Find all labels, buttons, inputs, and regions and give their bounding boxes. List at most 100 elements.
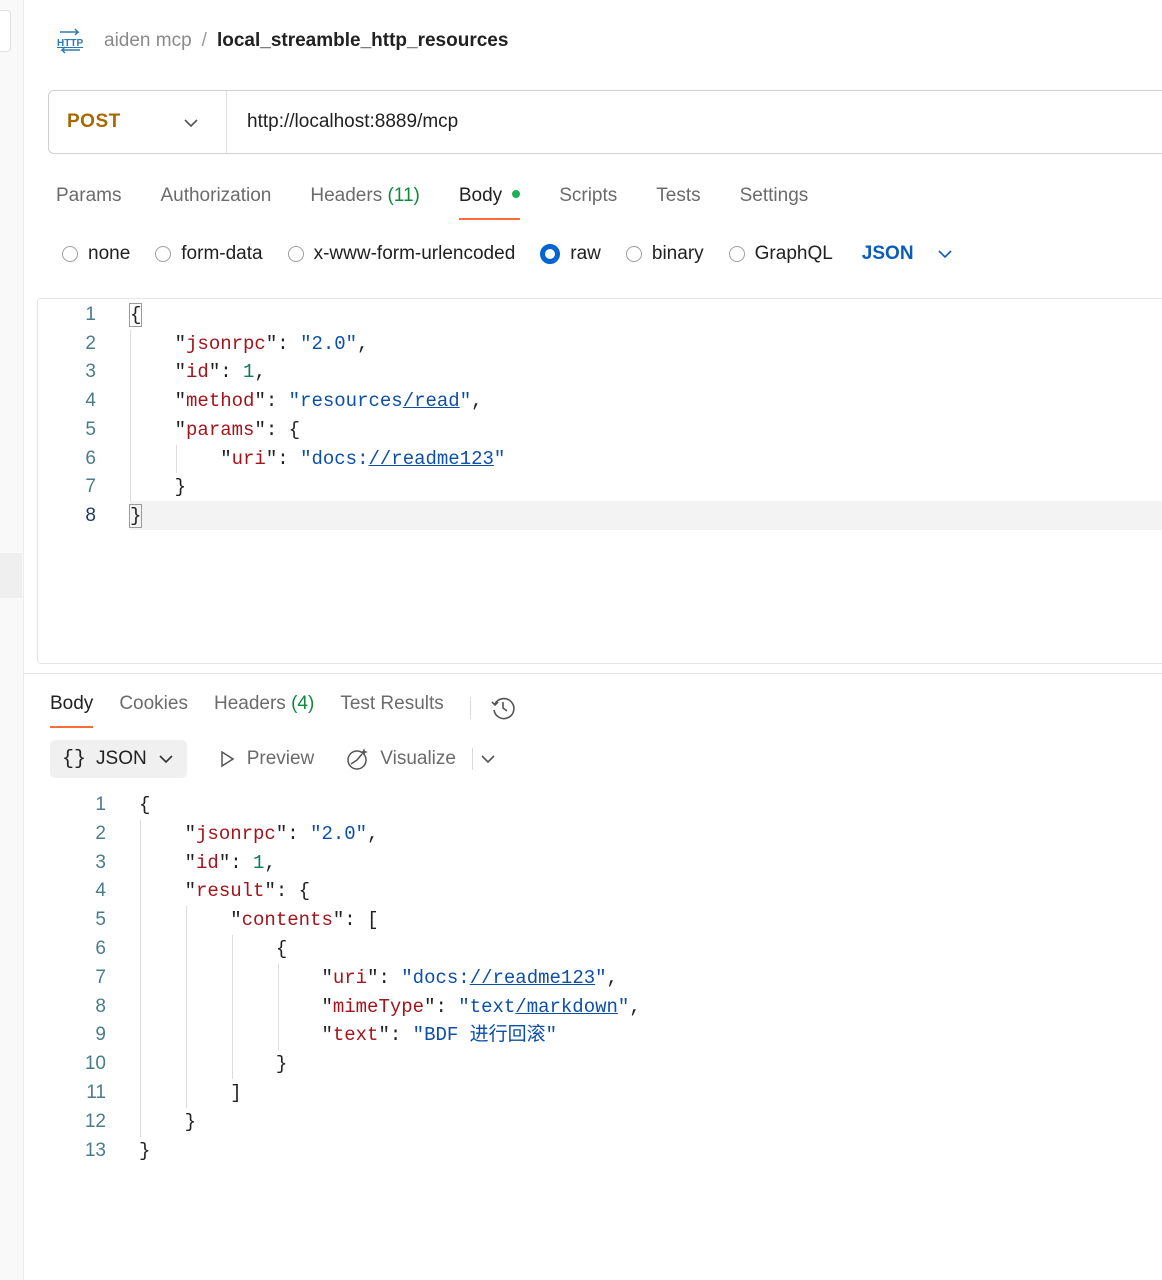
chevron-down-icon [184,115,198,133]
response-toolbar: {} JSON Preview Visualize [50,740,495,778]
line-number: 13 [84,1139,106,1161]
response-tabs: Body Cookies Headers (4) Test Results [50,686,517,730]
resp-tab-headers[interactable]: Headers (4) [214,688,314,728]
radio-icon [62,246,78,262]
preview-label: Preview [246,748,315,769]
line-number: 8 [95,995,106,1017]
breadcrumb: HTTP aiden mcp / local_streamble_http_re… [56,26,508,56]
http-icon: HTTP [56,28,84,54]
code-line: } [275,1053,288,1076]
line-number: 3 [85,361,96,383]
code-line: "uri": "docs://readme123", [321,966,618,989]
tab-label: Headers [310,185,383,206]
visualize-label: Visualize [380,748,456,769]
url-bar: POST http://localhost:8889/mcp [48,90,1162,154]
format-label: JSON [96,748,147,769]
line-number: 11 [86,1082,106,1103]
matched-bracket: } [129,503,143,528]
rail-selected-item[interactable] [0,553,22,598]
tab-label: Authorization [160,185,272,206]
current-line-highlight [130,501,1162,530]
indent-guide [186,906,187,1108]
code-line: "text": "BDF 进行回滚" [321,1024,558,1047]
line-number: 5 [85,418,96,440]
body-type-none[interactable]: none [62,243,130,265]
tab-scripts[interactable]: Scripts [559,180,617,220]
body-type-urlencoded[interactable]: x-www-form-urlencoded [287,243,515,265]
visualize-button[interactable]: Visualize [344,746,456,772]
tab-label: Scripts [559,185,618,206]
tab-label: Tests [656,185,701,206]
tab-label: Test Results [340,693,444,714]
line-number: 6 [95,938,106,959]
method-label: POST [67,111,121,132]
body-type-raw[interactable]: raw [540,243,601,265]
tab-label: Params [56,185,122,206]
indent-guide [278,963,279,1051]
request-body-editor[interactable]: 1 {2 "jsonrpc": "2.0", 3 "id": 1, 4 "method… [37,298,1162,664]
headers-count-badge: (11) [387,185,420,206]
breadcrumb-collection[interactable]: aiden mcp [104,30,192,52]
code-line: ] [230,1082,242,1104]
line-number: 4 [85,390,96,412]
code-line: "params": { [174,418,301,441]
indent-guide [140,819,141,1137]
language-label: JSON [861,243,914,264]
line-number: 7 [85,476,96,498]
code-line: "mimeType": "text/markdown", [321,995,641,1018]
svg-text:HTTP: HTTP [57,38,83,49]
body-modified-dot [512,189,521,198]
indent-guide [232,935,233,1079]
tab-authorization[interactable]: Authorization [160,180,271,220]
code-line: { [139,794,151,816]
chevron-down-icon [159,755,173,764]
preview-button[interactable]: Preview [217,748,315,770]
history-icon[interactable] [489,694,517,722]
tab-label: Body [50,693,94,714]
response-body-viewer[interactable]: 1 {2 "jsonrpc": "2.0", 3 "id": 1, 4 "result… [0,790,1162,1190]
pane-divider[interactable] [23,673,1162,674]
resp-tab-body[interactable]: Body [50,688,94,728]
language-select[interactable]: JSON [862,243,952,265]
line-number: 5 [95,909,106,931]
method-select[interactable]: POST [49,91,227,153]
code-line: "method": "resources/read", [174,390,483,413]
tab-separator [469,697,471,719]
code-line: "uri": "docs://readme123" [220,447,506,470]
chevron-down-icon [937,250,952,259]
tab-tests[interactable]: Tests [656,180,700,220]
line-number: 10 [84,1053,106,1075]
rail-tab[interactable] [0,10,11,52]
tab-params[interactable]: Params [56,180,121,220]
tab-body[interactable]: Body [458,180,521,220]
body-type-binary[interactable]: binary [625,243,704,265]
matched-bracket: { [129,303,143,327]
line-number: 12 [84,1110,106,1132]
tab-label: Body [458,185,503,206]
response-format-select[interactable]: {} JSON [50,740,187,778]
code-line: { [129,301,143,330]
tab-settings[interactable]: Settings [740,180,809,220]
code-line: "contents": [ [230,909,379,932]
indent-guide [176,444,177,474]
radio-icon [287,246,304,262]
line-number: 2 [95,822,106,844]
request-name[interactable]: local_streamble_http_resources [217,30,508,52]
url-input[interactable]: http://localhost:8889/mcp [247,111,458,133]
code-line: "id": 1, [174,361,266,384]
resp-tab-test-results[interactable]: Test Results [340,688,443,728]
radio-icon [625,246,642,262]
tab-label: Headers [213,693,286,714]
radio-icon [728,246,745,262]
option-label: binary [651,243,704,264]
body-type-form-data[interactable]: form-data [155,243,263,265]
radio-selected-icon [540,244,561,264]
option-label: GraphQL [754,243,833,264]
tab-headers[interactable]: Headers (11) [310,180,420,220]
resp-tab-cookies[interactable]: Cookies [119,688,188,728]
chevron-down-icon[interactable] [481,754,495,764]
body-type-graphql[interactable]: GraphQL [728,243,833,265]
body-type-options: none form-data x-www-form-urlencoded raw… [62,240,952,268]
line-number: 7 [95,966,106,988]
headers-count-badge: (4) [291,693,315,714]
